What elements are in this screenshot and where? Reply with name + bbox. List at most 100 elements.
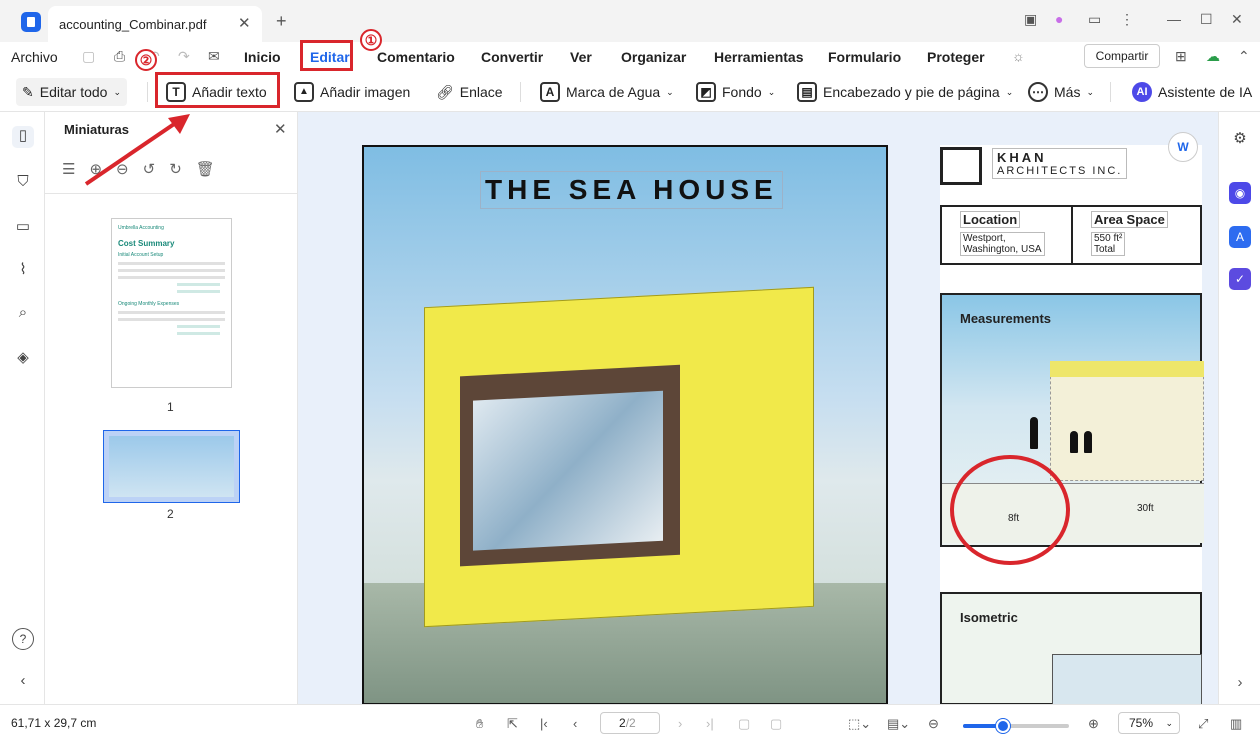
- background-button[interactable]: ◩ Fondo ⌄: [696, 78, 775, 106]
- header-footer-button[interactable]: ▤ Encabezado y pie de página ⌄: [797, 78, 1013, 106]
- collapse-right-icon[interactable]: ›: [1229, 672, 1251, 694]
- fullscreen-icon[interactable]: ⤢: [1198, 716, 1208, 732]
- isometric-title[interactable]: Isometric: [960, 610, 1018, 625]
- edit-all-label: Editar todo: [39, 84, 108, 100]
- word-convert-icon[interactable]: W: [1168, 132, 1198, 162]
- fit-width-icon[interactable]: ▢: [770, 716, 782, 732]
- menu-formulario[interactable]: Formulario: [828, 49, 901, 65]
- add-image-button[interactable]: ▲ Añadir imagen: [294, 78, 410, 106]
- menu-proteger[interactable]: Proteger: [927, 49, 985, 65]
- more-button[interactable]: ⋯ Más ⌄: [1028, 78, 1094, 106]
- first-page-icon[interactable]: |‹: [540, 716, 548, 731]
- next-page-icon[interactable]: ›: [678, 716, 682, 731]
- properties-icon[interactable]: ⚙: [1229, 128, 1251, 150]
- red-circle-annotation: [950, 455, 1070, 565]
- feedback-icon[interactable]: ▭: [1088, 11, 1101, 28]
- location-label[interactable]: Location: [960, 211, 1021, 228]
- watermark-label: Marca de Agua: [566, 84, 661, 100]
- thumbnail-page-number-2: 2: [167, 507, 174, 521]
- menu-comentario[interactable]: Comentario: [377, 49, 455, 65]
- zoom-slider-knob[interactable]: [996, 719, 1011, 733]
- highlight-add-text: [155, 72, 280, 108]
- menu-herramientas[interactable]: Herramientas: [714, 49, 804, 65]
- more-options-icon[interactable]: ⋮: [1120, 11, 1134, 28]
- area-value[interactable]: 550 ft² Total: [1091, 232, 1126, 256]
- edit-all-button[interactable]: ✎ Editar todo ⌄: [16, 78, 127, 106]
- cloud-sync-icon[interactable]: ☁: [1206, 48, 1220, 65]
- avatar[interactable]: ●: [1055, 11, 1063, 27]
- save-icon[interactable]: ▢: [82, 48, 95, 65]
- more-label: Más: [1054, 84, 1081, 100]
- maximize-icon[interactable]: ☐: [1200, 11, 1213, 28]
- page-number-input[interactable]: 2/2: [600, 712, 660, 734]
- menu-archivo[interactable]: Archivo: [11, 49, 58, 65]
- network-icon[interactable]: ⊞: [1175, 48, 1187, 65]
- menu-inicio[interactable]: Inicio: [244, 49, 281, 65]
- document-tab[interactable]: accounting_Combinar.pdf ✕: [48, 6, 262, 42]
- header-footer-label: Encabezado y pie de página: [823, 84, 1000, 100]
- last-page-icon[interactable]: ›|: [706, 716, 714, 731]
- previous-page-icon[interactable]: ‹: [573, 716, 577, 731]
- location-value[interactable]: Westport, Washington, USA: [960, 232, 1045, 256]
- menu-ver[interactable]: Ver: [570, 49, 592, 65]
- area-label[interactable]: Area Space: [1091, 211, 1168, 228]
- minimize-icon[interactable]: —: [1167, 11, 1181, 27]
- zoom-select[interactable]: 75% ⌄: [1118, 712, 1180, 734]
- notification-icon[interactable]: ▣: [1024, 11, 1037, 28]
- dual-page-icon[interactable]: ▥: [1230, 716, 1242, 732]
- document-canvas[interactable]: THE SEA HOUSE KHAN ARCHITECTS INC. Locat…: [298, 112, 1218, 704]
- right-sidebar-rail: ⚙ ◉ A ✓ ›: [1218, 112, 1260, 704]
- view-mode-icon[interactable]: ⬚⌄: [848, 716, 871, 732]
- ai-assistant-label: Asistente de IA: [1158, 84, 1253, 100]
- fit-page-icon[interactable]: ▢: [738, 716, 750, 732]
- chevron-down-icon: ⌄: [1005, 86, 1014, 97]
- select-tool-icon[interactable]: ⇱: [507, 716, 518, 732]
- poster-title[interactable]: THE SEA HOUSE: [480, 171, 783, 209]
- watermark-button[interactable]: A Marca de Agua ⌄: [540, 78, 674, 106]
- attachment-icon[interactable]: ⌇: [12, 260, 34, 282]
- bookmark-icon[interactable]: ⛉: [12, 173, 34, 195]
- mail-icon[interactable]: ✉: [208, 48, 220, 65]
- background-label: Fondo: [722, 84, 762, 100]
- firm-name[interactable]: KHAN ARCHITECTS INC.: [992, 148, 1128, 179]
- checklist-icon[interactable]: ✓: [1229, 268, 1251, 290]
- menu-convertir[interactable]: Convertir: [481, 49, 543, 65]
- info-panel: KHAN ARCHITECTS INC. Location Westport, W…: [940, 145, 1204, 704]
- measurements-section: Measurements 8ft 30ft: [940, 293, 1204, 565]
- measurements-title[interactable]: Measurements: [960, 311, 1051, 326]
- page-layout-icon[interactable]: ▤⌄: [887, 716, 910, 732]
- thumbnail-page-1[interactable]: Umbrella Accounting Cost Summary Initial…: [111, 218, 232, 388]
- house-illustration: [424, 286, 814, 628]
- menu-organizar[interactable]: Organizar: [621, 49, 686, 65]
- ai-bot-icon[interactable]: ◉: [1229, 182, 1251, 204]
- translate-icon[interactable]: A: [1229, 226, 1251, 248]
- close-panel-icon[interactable]: ✕: [274, 120, 287, 138]
- lightbulb-icon[interactable]: ☼: [1012, 48, 1025, 64]
- comment-icon[interactable]: ▭: [12, 217, 34, 239]
- zoom-out-icon[interactable]: ⊖: [928, 716, 939, 732]
- collapse-ribbon-icon[interactable]: ⌃: [1238, 48, 1250, 65]
- zoom-in-icon[interactable]: ⊕: [1088, 716, 1099, 732]
- link-icon: 🔗︎: [436, 83, 454, 100]
- close-window-icon[interactable]: ✕: [1231, 11, 1243, 28]
- close-tab-icon[interactable]: ✕: [238, 14, 251, 32]
- ai-assistant-button[interactable]: AI Asistente de IA: [1132, 78, 1260, 106]
- thumbnail-page-2[interactable]: [103, 430, 240, 503]
- watermark-icon: A: [540, 82, 560, 102]
- delete-icon[interactable]: 🗑︎: [196, 161, 229, 178]
- new-tab-icon[interactable]: +: [276, 11, 287, 32]
- hand-tool-icon[interactable]: ✋︎: [476, 716, 483, 732]
- thumbnails-icon[interactable]: ▯: [12, 126, 34, 148]
- firm-name-line1: KHAN: [997, 150, 1047, 165]
- collapse-left-icon[interactable]: ‹: [12, 672, 34, 694]
- ai-icon: AI: [1132, 82, 1152, 102]
- share-button[interactable]: Compartir: [1084, 44, 1160, 68]
- redo-icon[interactable]: ↷: [178, 48, 190, 65]
- search-icon[interactable]: ⌕: [12, 304, 34, 326]
- thumbnails-panel: Miniaturas ✕ ☰⊕⊖↺↻🗑︎ Umbrella Accounting…: [45, 112, 298, 704]
- print-icon[interactable]: ⎙: [114, 48, 125, 65]
- zoom-slider[interactable]: [963, 719, 1069, 733]
- link-button[interactable]: 🔗︎ Enlace: [436, 78, 503, 106]
- help-icon[interactable]: ?: [12, 628, 34, 650]
- layers-icon[interactable]: ◈: [12, 348, 34, 370]
